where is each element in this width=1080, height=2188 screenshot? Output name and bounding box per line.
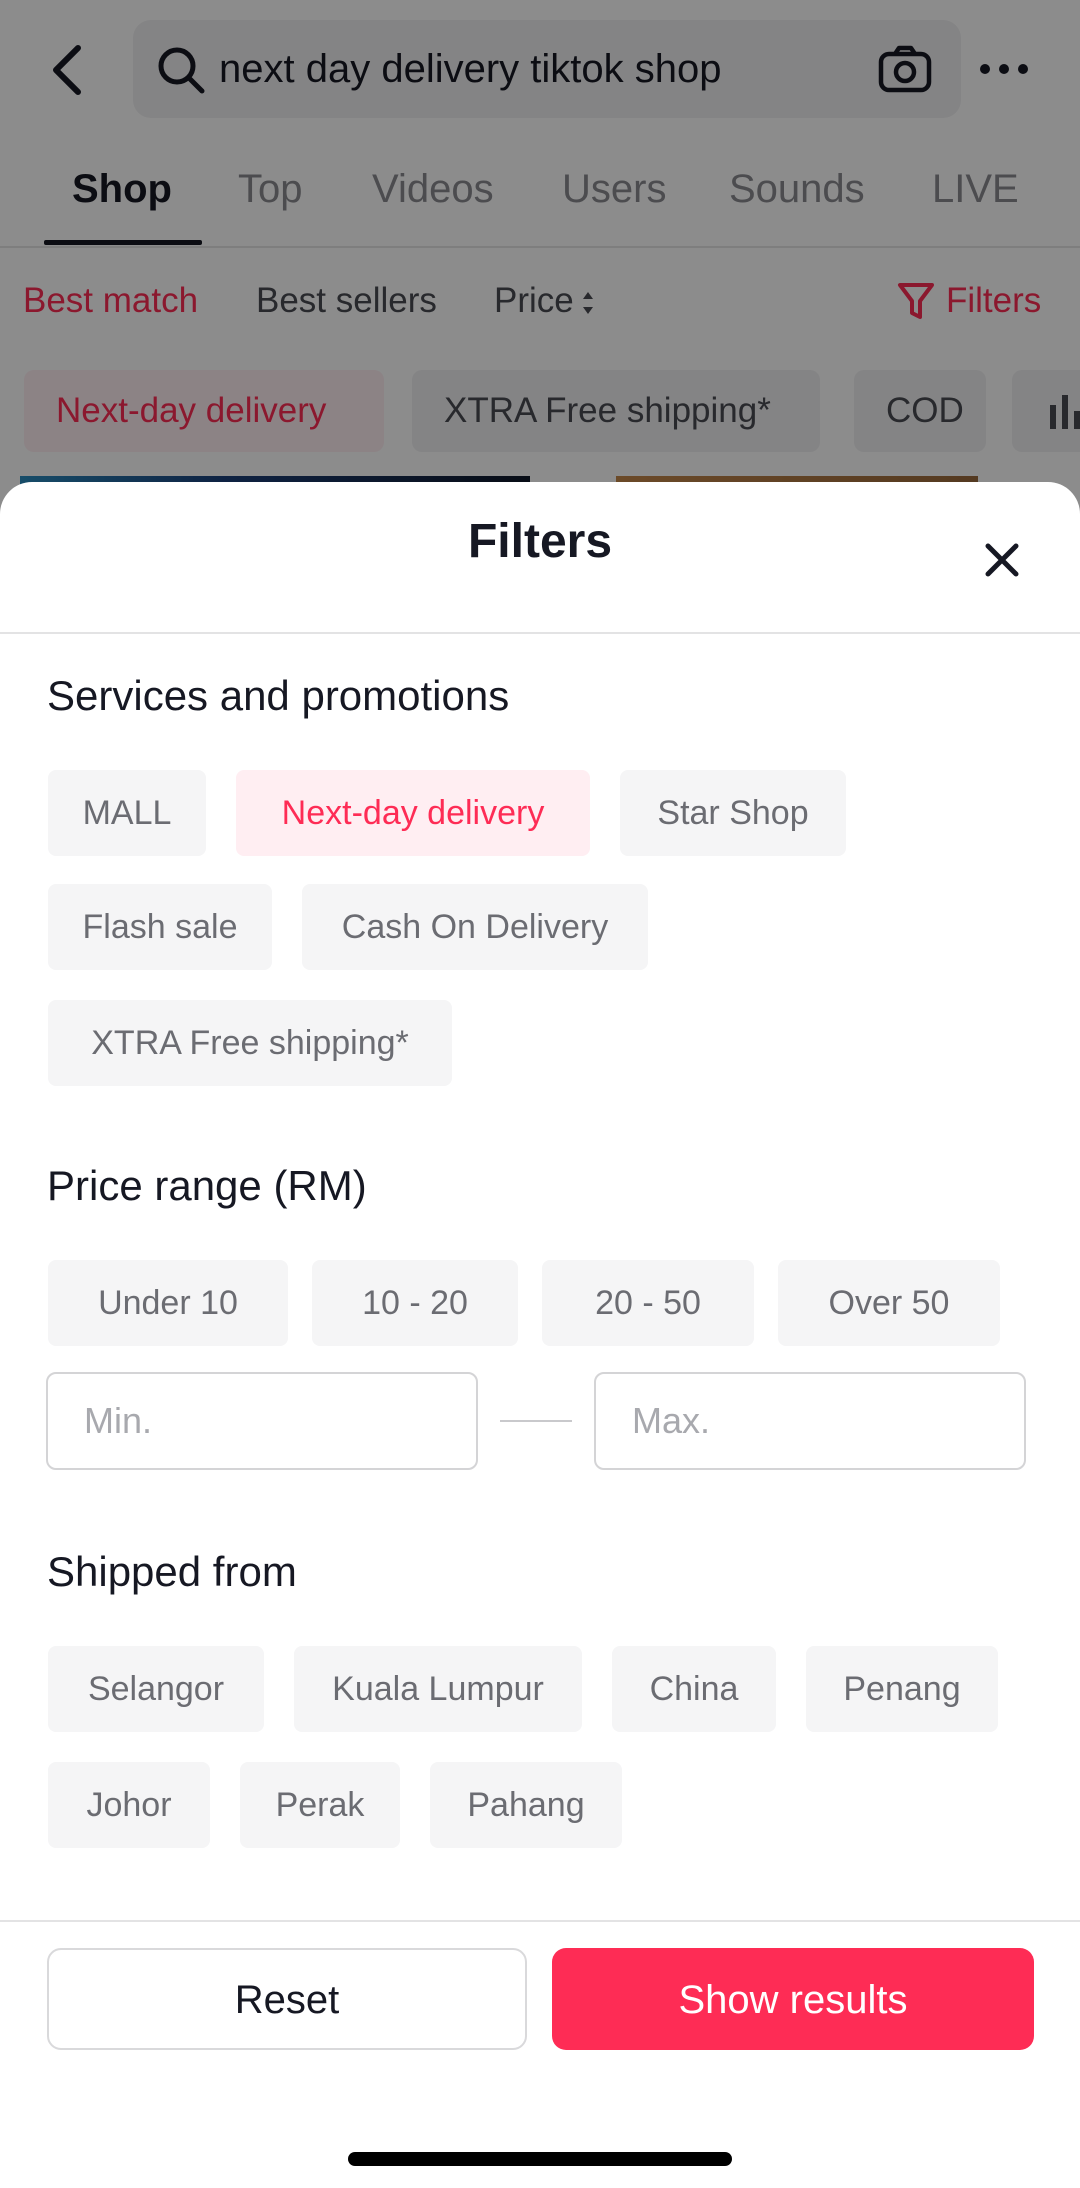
chip-cash-on-delivery[interactable]: Cash On Delivery — [302, 884, 648, 970]
modal-overlay[interactable] — [0, 0, 1080, 520]
chip-johor[interactable]: Johor — [48, 1762, 210, 1848]
price-range-separator — [500, 1420, 572, 1422]
chip-price-10-20[interactable]: 10 - 20 — [312, 1260, 518, 1346]
sheet-title: Filters — [0, 515, 1080, 568]
chip-xtra-free-shipping[interactable]: XTRA Free shipping* — [48, 1000, 452, 1086]
chip-penang[interactable]: Penang — [806, 1646, 998, 1732]
chip-price-20-50[interactable]: 20 - 50 — [542, 1260, 754, 1346]
chip-china[interactable]: China — [612, 1646, 776, 1732]
search-results-page: next day delivery tiktok shop Shop Top V… — [0, 0, 1080, 536]
chip-price-over-50[interactable]: Over 50 — [778, 1260, 1000, 1346]
max-price-input[interactable] — [594, 1372, 1026, 1470]
sheet-title-text: Filters — [467, 515, 613, 568]
section-title-services: Services and promotions — [47, 672, 510, 719]
chip-selangor[interactable]: Selangor — [48, 1646, 264, 1732]
chip-next-day-delivery[interactable]: Next-day delivery — [236, 770, 590, 856]
sheet-header-divider — [0, 632, 1080, 634]
chip-perak[interactable]: Perak — [240, 1762, 400, 1848]
close-icon — [985, 543, 1019, 577]
chip-star-shop[interactable]: Star Shop — [620, 770, 846, 856]
chip-mall[interactable]: MALL — [48, 770, 206, 856]
chip-price-under-10[interactable]: Under 10 — [48, 1260, 288, 1346]
close-button[interactable] — [974, 532, 1030, 588]
chip-flash-sale[interactable]: Flash sale — [48, 884, 272, 970]
chip-kuala-lumpur[interactable]: Kuala Lumpur — [294, 1646, 582, 1732]
chip-pahang[interactable]: Pahang — [430, 1762, 622, 1848]
section-title-shipped-from: Shipped from — [47, 1548, 297, 1595]
reset-button[interactable]: Reset — [47, 1948, 527, 2050]
footer-divider — [0, 1920, 1080, 1922]
section-title-price-range: Price range (RM) — [47, 1162, 367, 1209]
show-results-button[interactable]: Show results — [552, 1948, 1034, 2050]
home-indicator — [348, 2152, 732, 2166]
min-price-input[interactable] — [46, 1372, 478, 1470]
